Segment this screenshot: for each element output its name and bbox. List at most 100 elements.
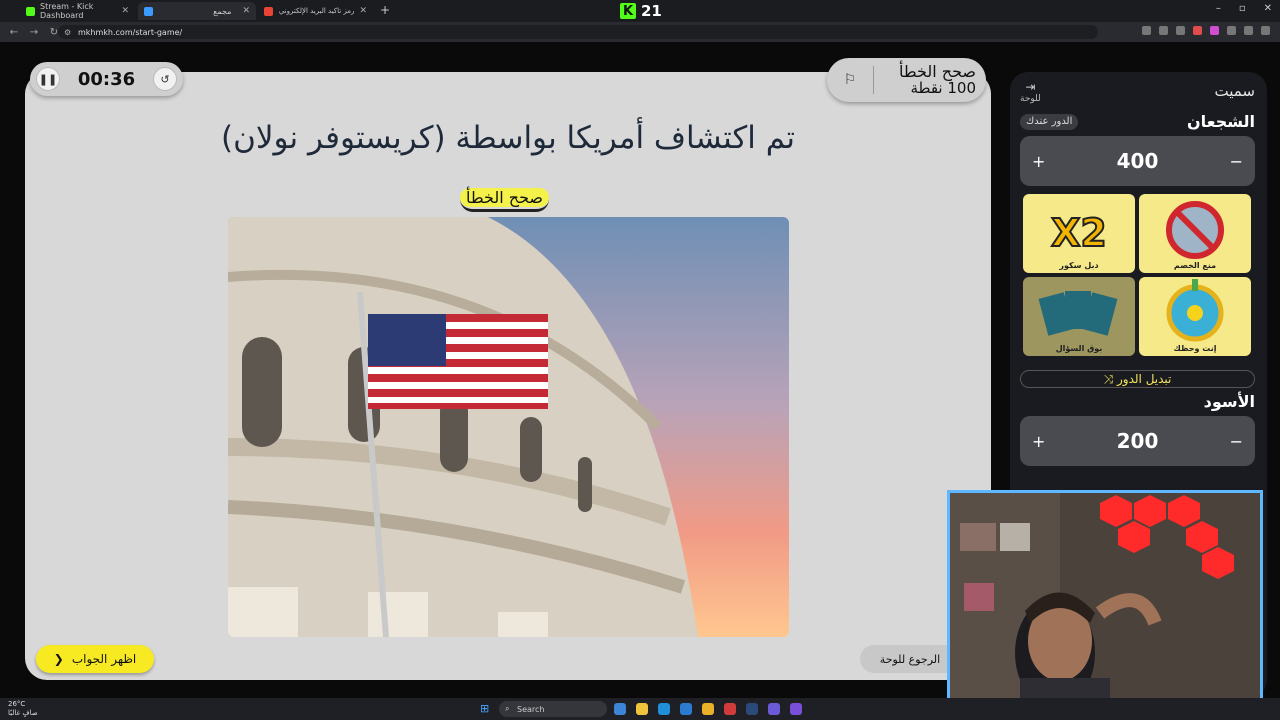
weather-temp: 26°C (8, 700, 26, 708)
search-placeholder: Search (517, 704, 545, 714)
kick-viewer-counter: K 21 (620, 1, 662, 21)
capitol-flag-image (228, 217, 789, 637)
app-icon[interactable] (790, 703, 802, 715)
edge-icon[interactable] (658, 703, 670, 715)
kick-favicon-icon (26, 6, 35, 16)
mode-info: صحح الخطأ 100 نقطة (884, 63, 976, 97)
url-field[interactable]: ⚙ mkhmkh.com/start-game/ (58, 25, 1098, 39)
tab-email[interactable]: رمز تأكيد البريد الإلكتروني - محمد ✕ (258, 2, 373, 20)
close-tab-icon[interactable]: ✕ (242, 6, 250, 16)
search-icon: ⌕ (505, 704, 510, 713)
show-answer-label: اظهر الجواب (71, 652, 137, 666)
back-to-board-label: الرجوع للوحة (879, 652, 941, 666)
forward-arrow-icon[interactable]: → (28, 27, 40, 38)
site-favicon-icon (144, 6, 153, 16)
helper-luck-wheel[interactable]: إنت وحظك (1139, 277, 1251, 356)
helper-cards[interactable]: بوق السؤال (1023, 277, 1135, 356)
chrome-icon[interactable] (702, 703, 714, 715)
windows-taskbar: 26°C صافٍ غالبًا ⊞ ⌕ Search (0, 698, 1280, 720)
gmail-favicon-icon (264, 6, 273, 16)
extensions-bar (1142, 26, 1270, 35)
copilot-icon[interactable] (614, 703, 626, 715)
question-text: تم اكتشاف أمريكا بواسطة (كريستوفر نولان) (221, 120, 795, 156)
helpers-grid: X2 دبل سكور منع الخصم بوق السؤال إنت وحظ… (1023, 194, 1253, 356)
question-mode-pill: ⚐ صحح الخطأ 100 نقطة (827, 58, 986, 102)
url-text: mkhmkh.com/start-game/ (78, 27, 183, 37)
helper-block-opponent[interactable]: منع الخصم (1139, 194, 1251, 273)
divider (873, 66, 874, 94)
switch-turn-button[interactable]: تبديل الدور ⤨ (1020, 370, 1255, 388)
steam-icon[interactable] (746, 703, 758, 715)
tab-title: مجمع (213, 6, 232, 16)
address-bar-row: ← → ↻ ⚙ mkhmkh.com/start-game/ (0, 22, 1280, 42)
exit-icon: ⇥ (1025, 80, 1036, 94)
team-1-score: 400 (1116, 149, 1159, 173)
flag-icon: ⚐ (843, 72, 857, 88)
chevron-left-icon: ❮ (53, 652, 64, 666)
turn-badge: الدور عندك (1020, 114, 1079, 130)
team-2-score-box: + 200 − (1020, 416, 1255, 466)
reset-icon: ↺ (160, 72, 170, 86)
report-flag-button[interactable]: ⚐ (837, 67, 863, 93)
weather-desc: صافٍ غالبًا (8, 709, 38, 717)
taskbar-search[interactable]: ⌕ Search (499, 701, 607, 717)
maximize-icon[interactable]: ▫ (1239, 3, 1246, 14)
double-score-icon: X2 (1050, 210, 1108, 256)
extensions-puzzle-icon[interactable] (1244, 26, 1253, 35)
timer-controls: ❚❚ 00:36 ↺ (30, 62, 183, 96)
close-window-icon[interactable]: ✕ (1264, 3, 1272, 14)
category-badge: صحح الخطأ (460, 186, 549, 212)
tab-kick-dashboard[interactable]: Stream - Kick Dashboard ✕ (20, 2, 135, 20)
windows-start-icon[interactable]: ⊞ (480, 702, 492, 715)
tab-title: Stream - Kick Dashboard (40, 2, 94, 20)
menu-dots-icon[interactable] (1261, 26, 1270, 35)
minimize-icon[interactable]: – (1216, 3, 1221, 14)
block-opponent-icon (1166, 201, 1224, 259)
svg-text:X2: X2 (1051, 211, 1107, 255)
increase-score-button[interactable]: + (1032, 432, 1045, 451)
extension-icon[interactable] (1193, 26, 1202, 35)
kick-logo-icon: K (620, 3, 636, 19)
zoom-icon[interactable] (1159, 26, 1168, 35)
decrease-score-button[interactable]: − (1230, 152, 1243, 171)
back-to-board-link[interactable]: ⇥ للوحة (1020, 80, 1041, 104)
viewer-count: 21 (641, 2, 662, 20)
close-tab-icon[interactable]: ✕ (121, 6, 129, 16)
app-icon[interactable] (724, 703, 736, 715)
pause-button[interactable]: ❚❚ (36, 67, 60, 91)
bookmark-star-icon[interactable] (1176, 26, 1185, 35)
profile-icon[interactable] (1227, 26, 1236, 35)
helper-double-score[interactable]: X2 دبل سكور (1023, 194, 1135, 273)
show-answer-button[interactable]: اظهر الجواب ❮ (36, 645, 154, 673)
mode-title: صحح الخطأ (899, 62, 976, 81)
back-to-board-button[interactable]: الرجوع للوحة (860, 645, 960, 673)
session-name: سميت (1214, 82, 1256, 100)
board-link-label: للوحة (1020, 94, 1041, 104)
mode-points: 100 نقطة (910, 79, 976, 97)
outlook-icon[interactable] (680, 703, 692, 715)
back-arrow-icon[interactable]: ← (8, 27, 20, 38)
reset-timer-button[interactable]: ↺ (152, 67, 177, 91)
site-info-icon[interactable]: ⚙ (64, 28, 71, 37)
file-explorer-icon[interactable] (636, 703, 648, 715)
tab-game[interactable]: مجمع ✕ (138, 2, 256, 20)
cards-icon (1038, 291, 1118, 336)
decrease-score-button[interactable]: − (1230, 432, 1243, 451)
countdown-timer: 00:36 (77, 68, 136, 90)
team-2-name: الأسود (1203, 392, 1255, 411)
switch-turn-label: تبديل الدور (1117, 372, 1172, 386)
webcam-overlay (947, 490, 1263, 714)
tab-title: رمز تأكيد البريد الإلكتروني - محمد (278, 7, 355, 15)
increase-score-button[interactable]: + (1032, 152, 1045, 171)
new-tab-button[interactable]: + (380, 3, 390, 17)
shuffle-icon: ⤨ (1103, 372, 1114, 386)
browser-tab-bar: Stream - Kick Dashboard ✕ مجمع ✕ رمز تأك… (0, 0, 1280, 22)
extension-icon[interactable] (1210, 26, 1219, 35)
discord-icon[interactable] (768, 703, 780, 715)
luck-wheel-icon (1166, 279, 1224, 342)
category-label: صحح الخطأ (460, 188, 549, 207)
extension-icon[interactable] (1142, 26, 1151, 35)
close-tab-icon[interactable]: ✕ (359, 6, 367, 16)
weather-widget[interactable]: 26°C صافٍ غالبًا (8, 700, 38, 718)
webcam-feed-image (950, 493, 1260, 711)
